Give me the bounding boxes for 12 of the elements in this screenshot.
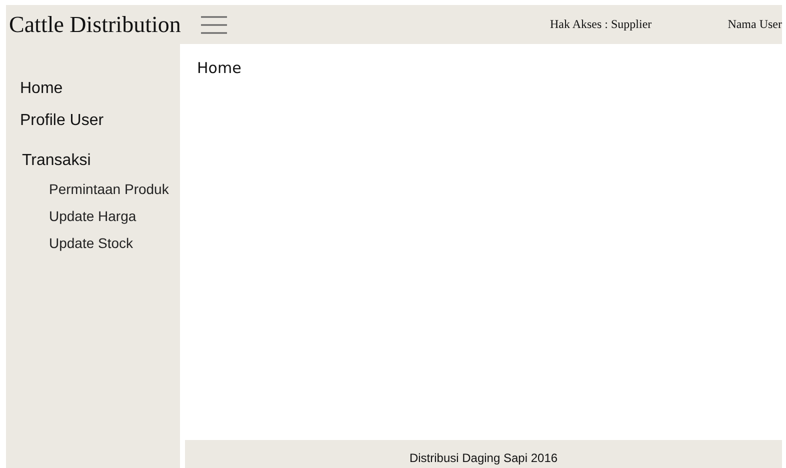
sidebar-item[interactable]: Profile User xyxy=(20,112,104,130)
app-title: Cattle Distribution xyxy=(9,12,181,38)
sidebar-subitem[interactable]: Update Stock xyxy=(49,235,134,251)
sidebar-item[interactable]: Home xyxy=(20,80,63,98)
sidebar-subitem[interactable]: Permintaan Produk xyxy=(49,181,169,197)
sidebar-subitem[interactable]: Update Harga xyxy=(49,208,136,224)
footer-text: Distribusi Daging Sapi 2016 xyxy=(409,451,558,465)
menu-icon[interactable] xyxy=(200,14,227,34)
sidebar-item[interactable]: Transaksi xyxy=(22,152,91,170)
page-heading: Home xyxy=(197,59,242,77)
access-label: Hak Akses : Supplier xyxy=(550,17,652,32)
user-name[interactable]: Nama User xyxy=(728,17,782,32)
